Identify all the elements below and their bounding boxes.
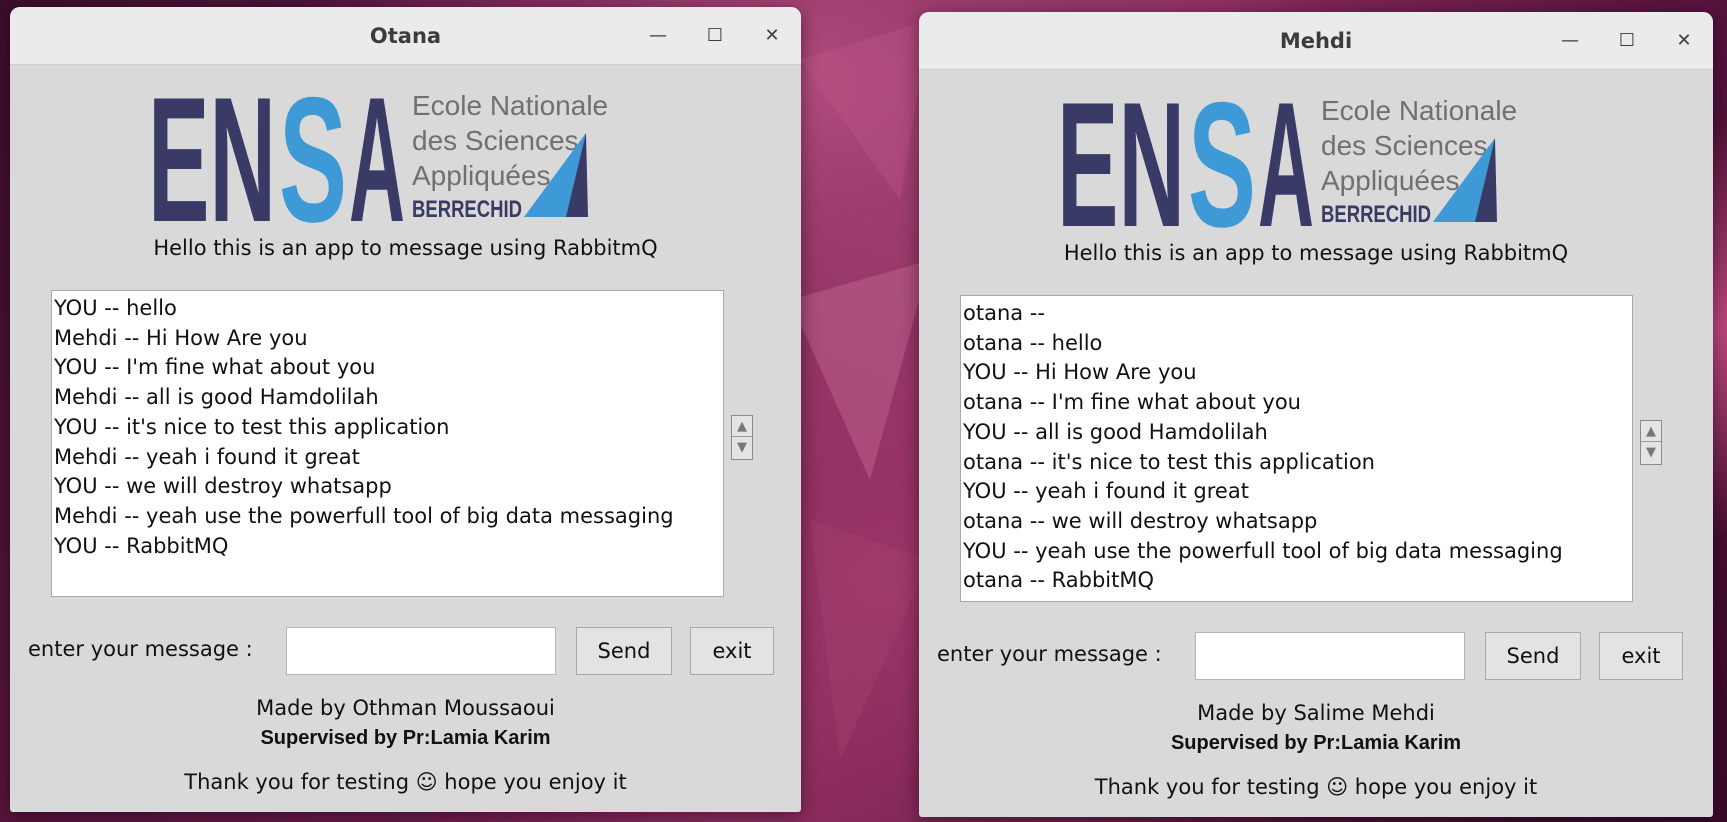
chat-window-mehdi: Mehdi — ☐ ✕ EN S A Ecole Nationale des S…	[919, 12, 1713, 817]
app-subtitle: Hello this is an app to message using Ra…	[1063, 241, 1569, 265]
message-line: YOU -- yeah use the powerfull tool of bi…	[963, 538, 1563, 563]
supervised-text: Supervised by Pr:Lamia Karim	[260, 727, 551, 749]
thanks-text: Thank you for testing ☺ hope you enjoy i…	[1094, 775, 1538, 799]
svg-text:BERRECHID: BERRECHID	[1321, 201, 1431, 228]
message-input-label: enter your message :	[937, 642, 1162, 666]
svg-text:EN: EN	[1057, 90, 1185, 230]
wallpaper-decoration	[790, 20, 930, 760]
close-button[interactable]: ✕	[1669, 26, 1699, 56]
svg-text:S: S	[1188, 90, 1256, 230]
titlebar: Otana — ☐ ✕	[10, 7, 801, 65]
message-input[interactable]	[1195, 632, 1465, 680]
exit-button[interactable]: exit	[1599, 632, 1683, 680]
message-line: Mehdi -- yeah use the powerfull tool of …	[54, 503, 674, 528]
maximize-button[interactable]: ☐	[1612, 26, 1642, 56]
send-button[interactable]: Send	[576, 627, 672, 675]
svg-text:A: A	[1258, 90, 1314, 230]
message-line: otana -- RabbitMQ	[963, 568, 1155, 593]
message-list[interactable]: YOU -- hello Mehdi -- Hi How Are you YOU…	[51, 290, 724, 597]
svg-text:Appliquées: Appliquées	[1321, 165, 1460, 196]
svg-text:Appliquées: Appliquées	[412, 160, 551, 191]
maximize-button[interactable]: ☐	[700, 21, 730, 51]
message-line: YOU -- RabbitMQ	[54, 533, 229, 558]
scroll-down-icon[interactable]: ▼	[732, 437, 752, 458]
made-by-text: Made by Salime Mehdi	[1197, 701, 1435, 725]
scroll-up-icon[interactable]: ▲	[1641, 421, 1661, 442]
made-by-text: Made by Othman Moussaoui	[256, 696, 555, 720]
message-line: Mehdi -- all is good Hamdolilah	[54, 385, 379, 410]
message-list[interactable]: otana -- otana -- hello YOU -- Hi How Ar…	[960, 295, 1633, 602]
message-line: YOU -- all is good Hamdolilah	[963, 419, 1268, 444]
supervised-text: Supervised by Pr:Lamia Karim	[1170, 732, 1462, 754]
message-line: otana -- I'm fine what about you	[963, 390, 1301, 415]
minimize-button[interactable]: —	[1555, 26, 1585, 56]
svg-text:S: S	[279, 85, 347, 225]
message-line: YOU -- hello	[54, 296, 177, 320]
message-line: otana -- hello	[963, 330, 1103, 355]
ensa-logo: EN S A Ecole Nationale des Sciences Appl…	[1057, 90, 1517, 230]
ensa-logo: EN S A Ecole Nationale des Sciences Appl…	[148, 85, 608, 225]
svg-text:Ecole Nationale: Ecole Nationale	[1321, 95, 1517, 126]
message-line: YOU -- yeah i found it great	[963, 479, 1249, 504]
message-line: YOU -- it's nice to test this applicatio…	[54, 414, 450, 439]
message-line: YOU -- Hi How Are you	[963, 360, 1197, 385]
send-button[interactable]: Send	[1485, 632, 1581, 680]
message-line: otana -- we will destroy whatsapp	[963, 508, 1318, 533]
svg-text:A: A	[349, 85, 405, 225]
scroll-down-icon[interactable]: ▼	[1641, 442, 1661, 463]
message-line: Mehdi -- yeah i found it great	[54, 444, 360, 469]
message-line: otana --	[963, 301, 1045, 325]
exit-button[interactable]: exit	[690, 627, 774, 675]
window-title: Otana	[369, 24, 442, 48]
svg-text:Ecole Nationale: Ecole Nationale	[412, 90, 608, 121]
message-line: Mehdi -- Hi How Are you	[54, 325, 308, 350]
message-line: YOU -- we will destroy whatsapp	[54, 474, 392, 499]
minimize-button[interactable]: —	[643, 21, 673, 51]
chat-window-otana: Otana — ☐ ✕ EN S A Ecole Nationale des S…	[10, 7, 801, 812]
thanks-text: Thank you for testing ☺ hope you enjoy i…	[184, 770, 627, 794]
window-title: Mehdi	[1279, 29, 1353, 53]
message-line: YOU -- I'm fine what about you	[54, 355, 376, 380]
svg-text:des Sciences: des Sciences	[412, 125, 579, 156]
svg-text:BERRECHID: BERRECHID	[412, 196, 522, 223]
svg-text:EN: EN	[148, 85, 276, 225]
scrollbar[interactable]: ▲ ▼	[731, 415, 753, 460]
scroll-up-icon[interactable]: ▲	[732, 416, 752, 437]
svg-text:des Sciences: des Sciences	[1321, 130, 1488, 161]
message-line: otana -- it's nice to test this applicat…	[963, 449, 1375, 474]
message-input[interactable]	[286, 627, 556, 675]
close-button[interactable]: ✕	[757, 21, 787, 51]
app-subtitle: Hello this is an app to message using Ra…	[153, 236, 658, 260]
titlebar: Mehdi — ☐ ✕	[919, 12, 1713, 70]
scrollbar[interactable]: ▲ ▼	[1640, 420, 1662, 465]
message-input-label: enter your message :	[28, 637, 253, 661]
